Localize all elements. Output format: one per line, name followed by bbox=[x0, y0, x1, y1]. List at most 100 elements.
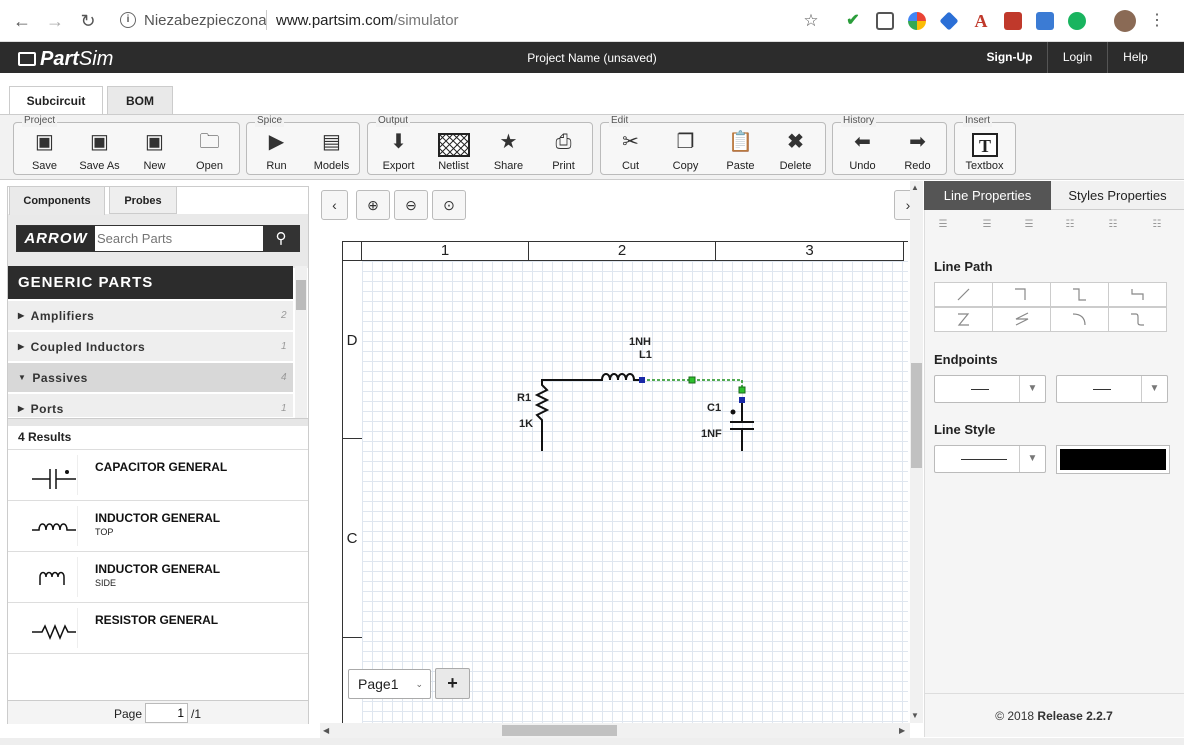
l1-value-label[interactable]: 1NH bbox=[629, 336, 651, 348]
align-right-icon[interactable]: ☰ bbox=[1022, 219, 1036, 231]
copy-button[interactable]: ❐ Copy bbox=[658, 126, 713, 172]
path-step-alt-button[interactable] bbox=[1108, 282, 1167, 307]
scroll-up-arrow-icon[interactable]: ▲ bbox=[911, 183, 919, 192]
extension-chrome-icon[interactable] bbox=[908, 12, 926, 30]
category-amplifiers[interactable]: ▶ Amplifiers 2 bbox=[8, 301, 293, 331]
profile-avatar[interactable] bbox=[1114, 10, 1136, 32]
circuit-wires[interactable] bbox=[500, 330, 770, 460]
share-button[interactable]: ★ Share bbox=[481, 126, 536, 172]
path-step-button[interactable] bbox=[1050, 282, 1109, 307]
textbox-button[interactable]: T Textbox bbox=[957, 126, 1012, 172]
extension-grammarly-icon[interactable] bbox=[1068, 12, 1086, 30]
part-inductor-general-side[interactable]: INDUCTOR GENERAL SIDE bbox=[8, 551, 308, 602]
collapse-left-button[interactable]: ‹ bbox=[321, 190, 348, 220]
results-resize-handle[interactable] bbox=[8, 418, 308, 426]
tab-bom[interactable]: BOM bbox=[107, 86, 173, 114]
undo-button[interactable]: ⬅ Undo bbox=[835, 126, 890, 172]
briefcase-plus-icon: ▣ bbox=[145, 131, 164, 153]
category-coupled-inductors[interactable]: ▶ Coupled Inductors 1 bbox=[8, 332, 293, 362]
line-style-select[interactable]: ▼ bbox=[934, 445, 1046, 473]
delete-button[interactable]: ✖ Delete bbox=[768, 126, 823, 172]
tab-line-properties[interactable]: Line Properties bbox=[924, 181, 1051, 210]
canvas-vertical-scroll-thumb[interactable] bbox=[911, 363, 922, 468]
c1-value-label[interactable]: 1NF bbox=[701, 428, 722, 440]
export-button[interactable]: ⬇ Export bbox=[371, 126, 426, 172]
signup-link[interactable]: Sign-Up bbox=[972, 42, 1047, 73]
back-icon[interactable]: ← bbox=[11, 10, 33, 32]
scroll-down-arrow-icon[interactable]: ▼ bbox=[911, 711, 919, 720]
align-center-icon[interactable]: ☰ bbox=[980, 219, 994, 231]
tab-components[interactable]: Components bbox=[9, 186, 105, 215]
end-endpoint-select[interactable]: ▼ bbox=[1056, 375, 1168, 403]
column-header: 3 bbox=[716, 241, 904, 261]
bookmark-star-icon[interactable]: ☆ bbox=[800, 10, 822, 32]
security-label[interactable]: Niezabezpieczona bbox=[144, 12, 267, 29]
category-passives[interactable]: ▼ Passives 4 bbox=[8, 363, 293, 393]
page-tab[interactable]: Page1 ⌄ bbox=[348, 669, 431, 699]
extension-acrobat-icon[interactable]: A bbox=[972, 12, 990, 30]
extension-book-icon[interactable] bbox=[1036, 12, 1054, 30]
add-page-button[interactable]: + bbox=[435, 668, 470, 699]
app-header: Project Name (unsaved) PartSim Sign-Up L… bbox=[0, 42, 1184, 73]
cut-button[interactable]: ✂ Cut bbox=[603, 126, 658, 172]
forward-icon[interactable]: → bbox=[44, 10, 66, 32]
open-button[interactable]: 🗀 Open bbox=[182, 126, 237, 172]
path-elbow-button[interactable] bbox=[992, 282, 1051, 307]
extension-bulb-icon[interactable] bbox=[876, 12, 894, 30]
r1-value-label[interactable]: 1K bbox=[519, 418, 533, 430]
url-host: www.partsim.com bbox=[276, 12, 394, 29]
part-inductor-general-top[interactable]: INDUCTOR GENERAL TOP bbox=[8, 500, 308, 551]
path-curve-button[interactable] bbox=[1050, 307, 1109, 332]
r1-ref-label[interactable]: R1 bbox=[517, 392, 531, 404]
category-scroll-thumb[interactable] bbox=[296, 280, 306, 310]
zoom-in-button[interactable]: ⊕ bbox=[356, 190, 390, 220]
search-input[interactable] bbox=[97, 227, 263, 250]
extension-m-icon[interactable] bbox=[1004, 12, 1022, 30]
tab-styles-properties[interactable]: Styles Properties bbox=[1051, 181, 1184, 210]
path-zigzag-button[interactable] bbox=[934, 307, 993, 332]
align-left-icon[interactable]: ☰ bbox=[936, 219, 950, 231]
save-button[interactable]: ▣ Save bbox=[17, 126, 72, 172]
tab-probes[interactable]: Probes bbox=[109, 186, 177, 214]
new-button[interactable]: ▣ New bbox=[127, 126, 182, 172]
line-color-picker[interactable] bbox=[1056, 445, 1170, 474]
canvas-horizontal-scroll-thumb[interactable] bbox=[502, 725, 617, 736]
c1-ref-label[interactable]: C1 bbox=[707, 402, 721, 414]
extension-check-icon[interactable]: ✔ bbox=[844, 12, 862, 30]
path-rounded-step-button[interactable] bbox=[1108, 307, 1167, 332]
page-number-input[interactable] bbox=[145, 703, 188, 723]
print-button[interactable]: ⎙ Print bbox=[536, 126, 591, 172]
align-bottom-icon[interactable]: ☷ bbox=[1150, 219, 1164, 231]
zoom-fit-button[interactable]: ⊙ bbox=[432, 190, 466, 220]
menu-kebab-icon[interactable]: ⋮ bbox=[1146, 10, 1168, 32]
l1-ref-label[interactable]: L1 bbox=[639, 349, 652, 361]
part-resistor-general[interactable]: RESISTOR GENERAL bbox=[8, 602, 308, 653]
scroll-left-arrow-icon[interactable]: ◀ bbox=[323, 726, 329, 735]
reload-icon[interactable]: ↻ bbox=[77, 10, 99, 32]
tab-subcircuit[interactable]: Subcircuit bbox=[9, 86, 103, 115]
url-bar[interactable]: www.partsim.com/simulator bbox=[276, 12, 459, 29]
start-endpoint-select[interactable]: ▼ bbox=[934, 375, 1046, 403]
extension-diamond-icon[interactable] bbox=[939, 11, 959, 31]
zoom-out-button[interactable]: ⊖ bbox=[394, 190, 428, 220]
redo-button[interactable]: ➡ Redo bbox=[890, 126, 945, 172]
paste-button[interactable]: 📋 Paste bbox=[713, 126, 768, 172]
pager: Page /1 bbox=[8, 700, 308, 724]
part-name: INDUCTOR GENERAL bbox=[95, 511, 221, 525]
category-ports[interactable]: ▶ Ports 1 bbox=[8, 394, 293, 418]
path-straight-button[interactable] bbox=[934, 282, 993, 307]
info-icon[interactable]: i bbox=[120, 12, 136, 28]
help-link[interactable]: Help bbox=[1107, 42, 1163, 73]
save-as-button[interactable]: ▣ Save As bbox=[72, 126, 127, 172]
models-button[interactable]: ▤ Models bbox=[304, 126, 359, 172]
run-button[interactable]: ▶ Run bbox=[249, 126, 304, 172]
login-link[interactable]: Login bbox=[1047, 42, 1107, 73]
align-middle-icon[interactable]: ☷ bbox=[1106, 219, 1120, 231]
align-top-icon[interactable]: ☷ bbox=[1063, 219, 1077, 231]
search-button[interactable]: ⚲ bbox=[263, 226, 299, 251]
partsim-logo[interactable]: PartSim bbox=[18, 48, 113, 71]
path-s-curve-button[interactable] bbox=[992, 307, 1051, 332]
scroll-right-arrow-icon[interactable]: ▶ bbox=[899, 726, 905, 735]
netlist-button[interactable]: Netlist bbox=[426, 126, 481, 172]
part-capacitor-general[interactable]: CAPACITOR GENERAL bbox=[8, 449, 308, 500]
